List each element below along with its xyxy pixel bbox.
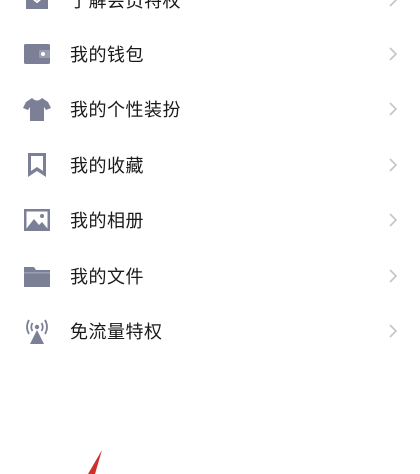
menu-item-member-privileges[interactable]: 了解会员特权 <box>0 0 420 28</box>
menu-item-label: 我的钱包 <box>70 45 144 66</box>
tshirt-icon <box>22 94 52 124</box>
menu-item-label: 了解会员特权 <box>70 0 181 12</box>
wallet-icon <box>22 39 52 69</box>
folder-icon <box>22 261 52 291</box>
chevron-right-icon <box>388 157 398 173</box>
menu-item-files[interactable]: 我的文件 <box>0 248 420 304</box>
menu-item-label: 我的相册 <box>70 211 144 232</box>
chevron-right-icon <box>388 268 398 284</box>
annotation-arrow-icon <box>88 450 102 474</box>
menu-item-label: 我的文件 <box>70 267 144 288</box>
menu-item-wallet[interactable]: 我的钱包 <box>0 26 420 82</box>
member-icon <box>22 0 52 15</box>
chevron-right-icon <box>388 101 398 117</box>
menu-item-photo-album[interactable]: 我的相册 <box>0 192 420 248</box>
menu-item-label: 免流量特权 <box>70 322 163 343</box>
chevron-right-icon <box>388 0 398 8</box>
bookmark-icon <box>22 150 52 180</box>
menu-item-free-data[interactable]: 免流量特权 <box>0 303 420 359</box>
menu-item-favorites[interactable]: 我的收藏 <box>0 137 420 193</box>
chevron-right-icon <box>388 212 398 228</box>
chevron-right-icon <box>388 323 398 339</box>
chevron-right-icon <box>388 46 398 62</box>
photo-icon <box>22 205 52 235</box>
menu-item-label: 我的个性装扮 <box>70 100 181 121</box>
menu-item-personal-dressup[interactable]: 我的个性装扮 <box>0 81 420 137</box>
signal-tower-icon <box>22 316 52 346</box>
menu-item-label: 我的收藏 <box>70 156 144 177</box>
